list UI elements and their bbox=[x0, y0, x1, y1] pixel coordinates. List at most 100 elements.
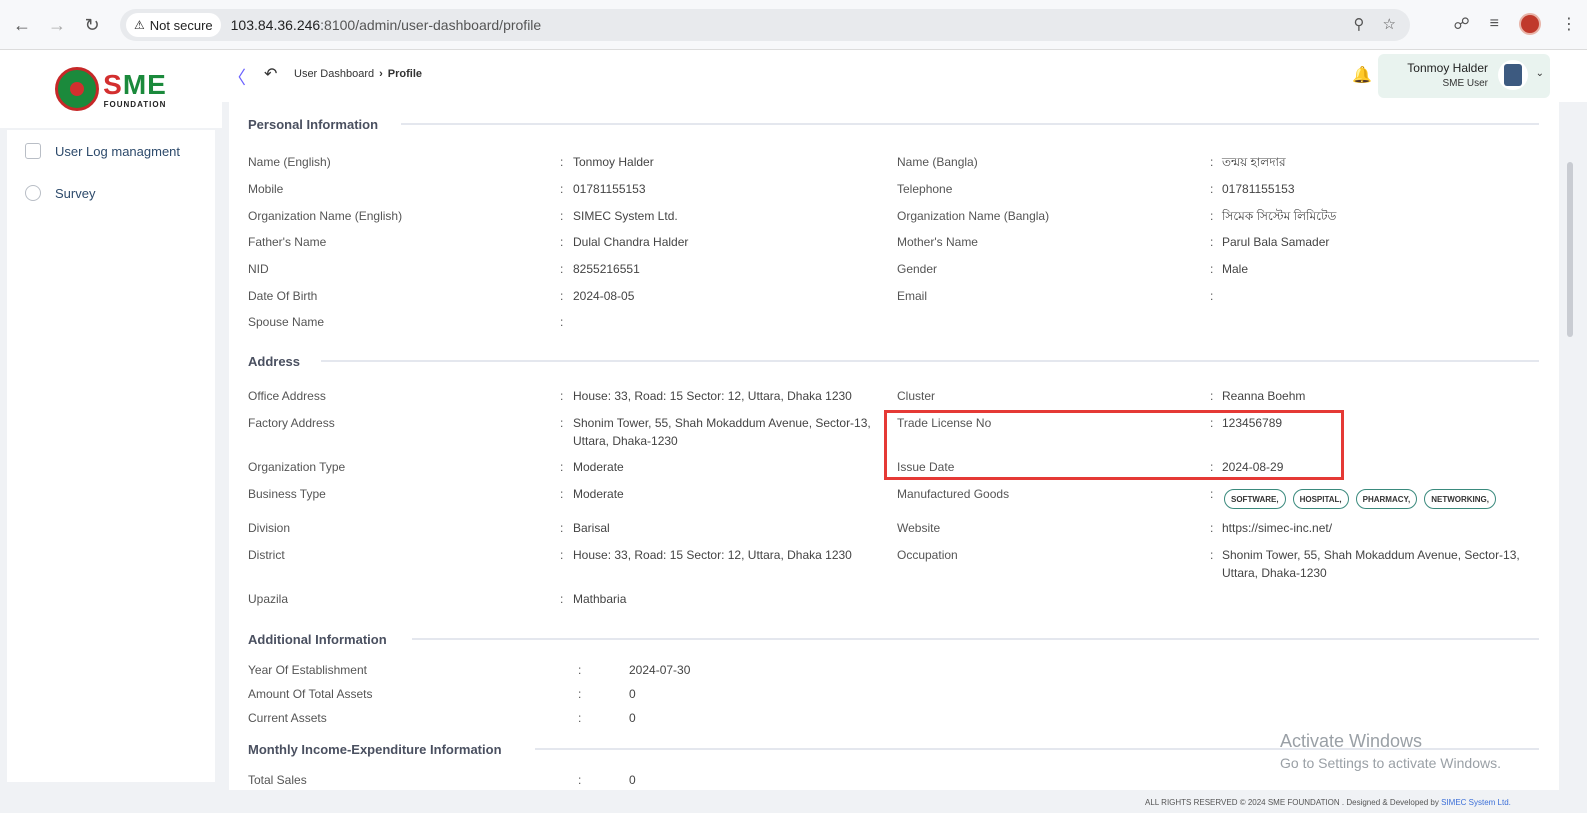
breadcrumb-parent[interactable]: User Dashboard bbox=[294, 68, 374, 80]
label-cluster: Cluster bbox=[897, 389, 936, 403]
value-office-address: House: 33, Road: 15 Sector: 12, Uttara, … bbox=[573, 389, 852, 403]
logo[interactable]: SME FOUNDATION bbox=[0, 50, 222, 128]
label-email: Email bbox=[897, 289, 928, 303]
label-mobile: Mobile bbox=[248, 182, 284, 196]
goods-tag: HOSPITAL, bbox=[1292, 489, 1349, 509]
value-factory-address: Shonim Tower, 55, Shah Mokaddum Avenue, … bbox=[573, 416, 871, 448]
profile-avatar-icon[interactable] bbox=[1519, 13, 1541, 35]
user-menu[interactable]: Tonmoy Halder SME User ⌄ bbox=[1378, 54, 1550, 98]
label-division: Division bbox=[248, 521, 291, 535]
star-icon[interactable]: ☆ bbox=[1383, 15, 1396, 33]
user-name: Tonmoy Halder bbox=[1407, 61, 1488, 75]
forward-arrow-icon[interactable]: → bbox=[45, 13, 69, 37]
section-title-additional: Additional Information bbox=[248, 632, 387, 647]
footer-link[interactable]: SIMEC System Ltd. bbox=[1441, 798, 1511, 807]
label-telephone: Telephone bbox=[897, 182, 953, 196]
label-org-type: Organization Type bbox=[248, 460, 346, 474]
sidebar-item-label: Survey bbox=[55, 185, 96, 201]
footer-text: ALL RIGHTS RESERVED © 2024 SME FOUNDATIO… bbox=[1145, 798, 1439, 807]
label-upazila: Upazila bbox=[248, 592, 289, 606]
label-district: District bbox=[248, 548, 285, 562]
url-text[interactable]: 103.84.36.246:8100/admin/user-dashboard/… bbox=[231, 17, 542, 33]
highlight-annotation bbox=[884, 410, 1344, 480]
value-dob: 2024-08-05 bbox=[573, 289, 635, 303]
address-bar[interactable]: ⚠ Not secure 103.84.36.246:8100/admin/us… bbox=[120, 9, 1410, 41]
value-father: Dulal Chandra Halder bbox=[573, 235, 689, 249]
value-nid: 8255216551 bbox=[573, 262, 640, 276]
goods-tag: NETWORKING, bbox=[1424, 489, 1496, 509]
zoom-icon[interactable]: ⚲ bbox=[1354, 15, 1365, 33]
footer: ALL RIGHTS RESERVED © 2024 SME FOUNDATIO… bbox=[1145, 798, 1511, 807]
security-label: Not secure bbox=[149, 17, 213, 33]
label-office-address: Office Address bbox=[248, 389, 326, 403]
breadcrumb-current: Profile bbox=[387, 68, 422, 80]
value-business-type: Moderate bbox=[573, 487, 624, 501]
back-arrow-icon[interactable]: ← bbox=[10, 13, 34, 37]
label-org-bangla: Organization Name (Bangla) bbox=[897, 209, 1050, 223]
label-manufactured-goods: Manufactured Goods bbox=[897, 487, 1010, 501]
section-title-monthly: Monthly Income-Expenditure Information bbox=[248, 742, 502, 757]
chevron-down-icon: ⌄ bbox=[1535, 68, 1544, 79]
value-telephone: 01781155153 bbox=[1222, 182, 1295, 196]
label-year-establishment: Year Of Establishment bbox=[248, 663, 367, 677]
value-name-english: Tonmoy Halder bbox=[573, 155, 654, 169]
value-mother: Parul Bala Samader bbox=[1222, 235, 1330, 249]
label-dob: Date Of Birth bbox=[248, 289, 318, 303]
sidebar-item-label: User Log managment bbox=[55, 143, 181, 159]
government-seal-icon bbox=[55, 67, 100, 111]
kebab-menu-icon[interactable]: ⋮ bbox=[1561, 14, 1577, 34]
label-name-bangla: Name (Bangla) bbox=[897, 155, 978, 169]
label-gender: Gender bbox=[897, 262, 938, 276]
label-occupation: Occupation bbox=[897, 548, 958, 562]
label-current-assets: Current Assets bbox=[248, 711, 327, 725]
value-org-english: SIMEC System Ltd. bbox=[573, 209, 678, 223]
foundation-text: FOUNDATION bbox=[103, 99, 167, 109]
section-title-address: Address bbox=[248, 354, 301, 369]
value-upazila: Mathbaria bbox=[573, 592, 627, 606]
sidebar-item-user-log[interactable]: User Log managment bbox=[7, 130, 215, 172]
label-father: Father's Name bbox=[248, 235, 327, 249]
extensions-icon[interactable]: ☍ bbox=[1453, 14, 1469, 34]
pie-chart-icon bbox=[25, 185, 41, 201]
activate-windows-subtitle: Go to Settings to activate Windows. bbox=[1280, 755, 1501, 771]
label-name-english: Name (English) bbox=[248, 155, 331, 169]
label-total-assets: Amount Of Total Assets bbox=[248, 687, 373, 701]
scrollbar[interactable] bbox=[1559, 102, 1587, 790]
label-total-sales: Total Sales bbox=[248, 773, 307, 787]
label-spouse: Spouse Name bbox=[248, 315, 325, 329]
label-mother: Mother's Name bbox=[897, 235, 978, 249]
collapse-sidebar-icon[interactable]: 〈 bbox=[228, 64, 246, 90]
browser-toolbar: ← → ↻ ⚠ Not secure 103.84.36.246:8100/ad… bbox=[0, 0, 1587, 50]
label-org-english: Organization Name (English) bbox=[248, 209, 403, 223]
avatar bbox=[1498, 60, 1528, 90]
log-icon bbox=[25, 143, 41, 159]
user-role: SME User bbox=[1442, 78, 1488, 89]
value-website[interactable]: https://simec-inc.net/ bbox=[1222, 519, 1332, 537]
back-icon[interactable]: ↶ bbox=[264, 64, 277, 84]
value-name-bangla: তন্ময় হালদার bbox=[1222, 155, 1286, 169]
value-mobile: 01781155153 bbox=[573, 182, 646, 196]
value-district: House: 33, Road: 15 Sector: 12, Uttara, … bbox=[573, 548, 852, 562]
value-gender: Male bbox=[1222, 262, 1249, 276]
side-menu: User Log managment Survey bbox=[7, 130, 215, 782]
reload-icon[interactable]: ↻ bbox=[80, 13, 104, 37]
media-icon[interactable]: ≡ bbox=[1490, 15, 1499, 33]
value-current-assets: 0 bbox=[629, 711, 636, 725]
chevron-right-icon: › bbox=[379, 68, 383, 80]
value-cluster: Reanna Boehm bbox=[1222, 389, 1306, 403]
goods-tag: PHARMACY, bbox=[1355, 489, 1418, 509]
value-year-establishment: 2024-07-30 bbox=[629, 663, 691, 677]
value-division: Barisal bbox=[573, 521, 610, 535]
label-factory-address: Factory Address bbox=[248, 416, 335, 430]
security-chip[interactable]: ⚠ Not secure bbox=[126, 13, 221, 37]
label-nid: NID bbox=[248, 262, 269, 276]
notification-bell-icon[interactable]: 🔔 bbox=[1352, 65, 1372, 85]
value-total-assets: 0 bbox=[629, 687, 636, 701]
sidebar-item-survey[interactable]: Survey bbox=[7, 172, 215, 214]
profile-content: Personal Information Name (English) : To… bbox=[229, 102, 1559, 790]
divider bbox=[321, 360, 1539, 362]
scroll-thumb[interactable] bbox=[1567, 162, 1573, 337]
sidebar: SME FOUNDATION User Log managment Survey bbox=[0, 50, 222, 813]
divider bbox=[401, 123, 1539, 125]
manufactured-goods-tags: SOFTWARE, HOSPITAL, PHARMACY, NETWORKING… bbox=[1224, 489, 1496, 509]
